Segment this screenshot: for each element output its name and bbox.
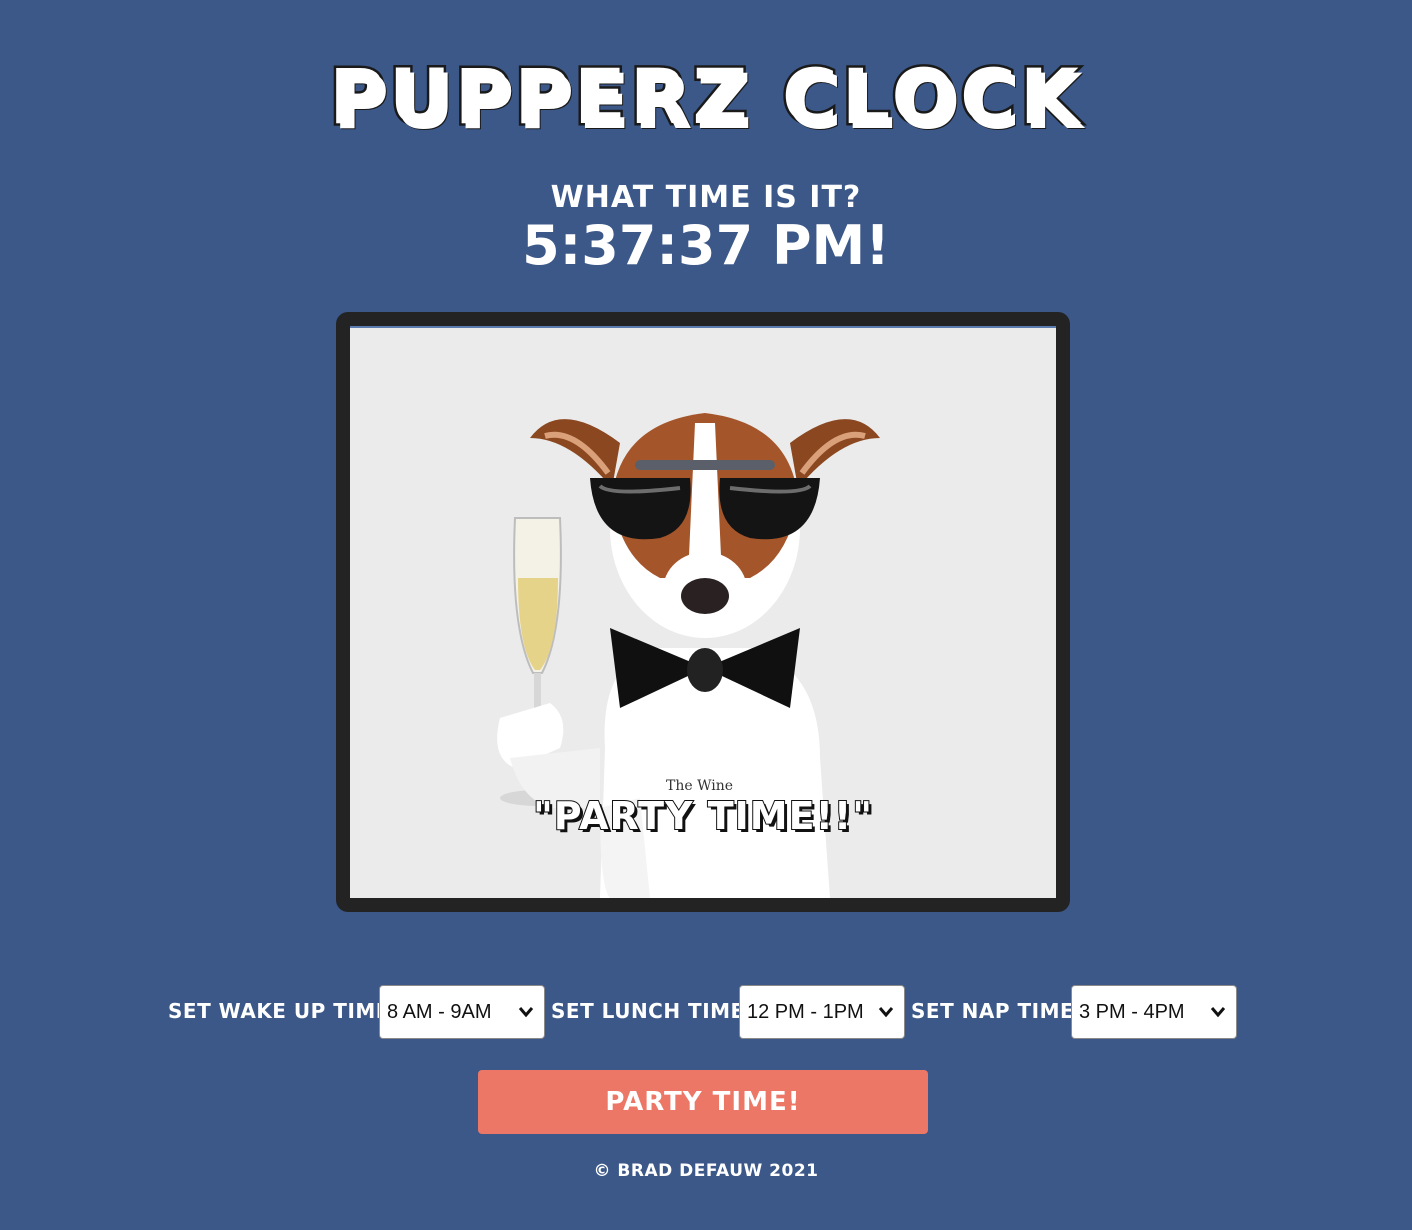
image-caption: "PARTY TIME!!" xyxy=(532,793,874,839)
footer-copyright: © BRAD DEFAUW 2021 xyxy=(593,1161,819,1181)
time-controls: SET WAKE UP TIME 8 AM - 9AM SET LUNCH TI… xyxy=(168,985,1248,1040)
time-question: WHAT TIME IS IT? xyxy=(550,180,862,215)
page-title: PUPPERZ CLOCK xyxy=(327,50,1083,144)
lunch-time-value: 12 PM - 1PM xyxy=(747,1001,864,1023)
nap-time-value: 3 PM - 4PM xyxy=(1079,1001,1185,1023)
chevron-down-icon xyxy=(878,1007,894,1018)
nap-time-select[interactable]: 3 PM - 4PM xyxy=(1071,985,1237,1039)
nap-time-label: SET NAP TIME xyxy=(911,999,1075,1023)
watermark-text: The Wine xyxy=(666,778,733,794)
party-time-button[interactable]: PARTY TIME! xyxy=(478,1070,928,1134)
wake-time-value: 8 AM - 9AM xyxy=(387,1001,492,1023)
wake-time-select[interactable]: 8 AM - 9AM xyxy=(379,985,545,1039)
lunch-time-select[interactable]: 12 PM - 1PM xyxy=(739,985,905,1039)
lunch-time-label: SET LUNCH TIME xyxy=(551,999,745,1023)
clock-display: 5:37:37 PM! xyxy=(522,214,890,277)
chevron-down-icon xyxy=(518,1007,534,1018)
image-frame: The Wine "PARTY TIME!!" xyxy=(336,312,1070,912)
clock-image: The Wine "PARTY TIME!!" xyxy=(350,326,1056,898)
page: PUPPERZ CLOCK WHAT TIME IS IT? 5:37:37 P… xyxy=(0,0,1412,1230)
wake-time-label: SET WAKE UP TIME xyxy=(168,999,390,1023)
chevron-down-icon xyxy=(1210,1007,1226,1018)
